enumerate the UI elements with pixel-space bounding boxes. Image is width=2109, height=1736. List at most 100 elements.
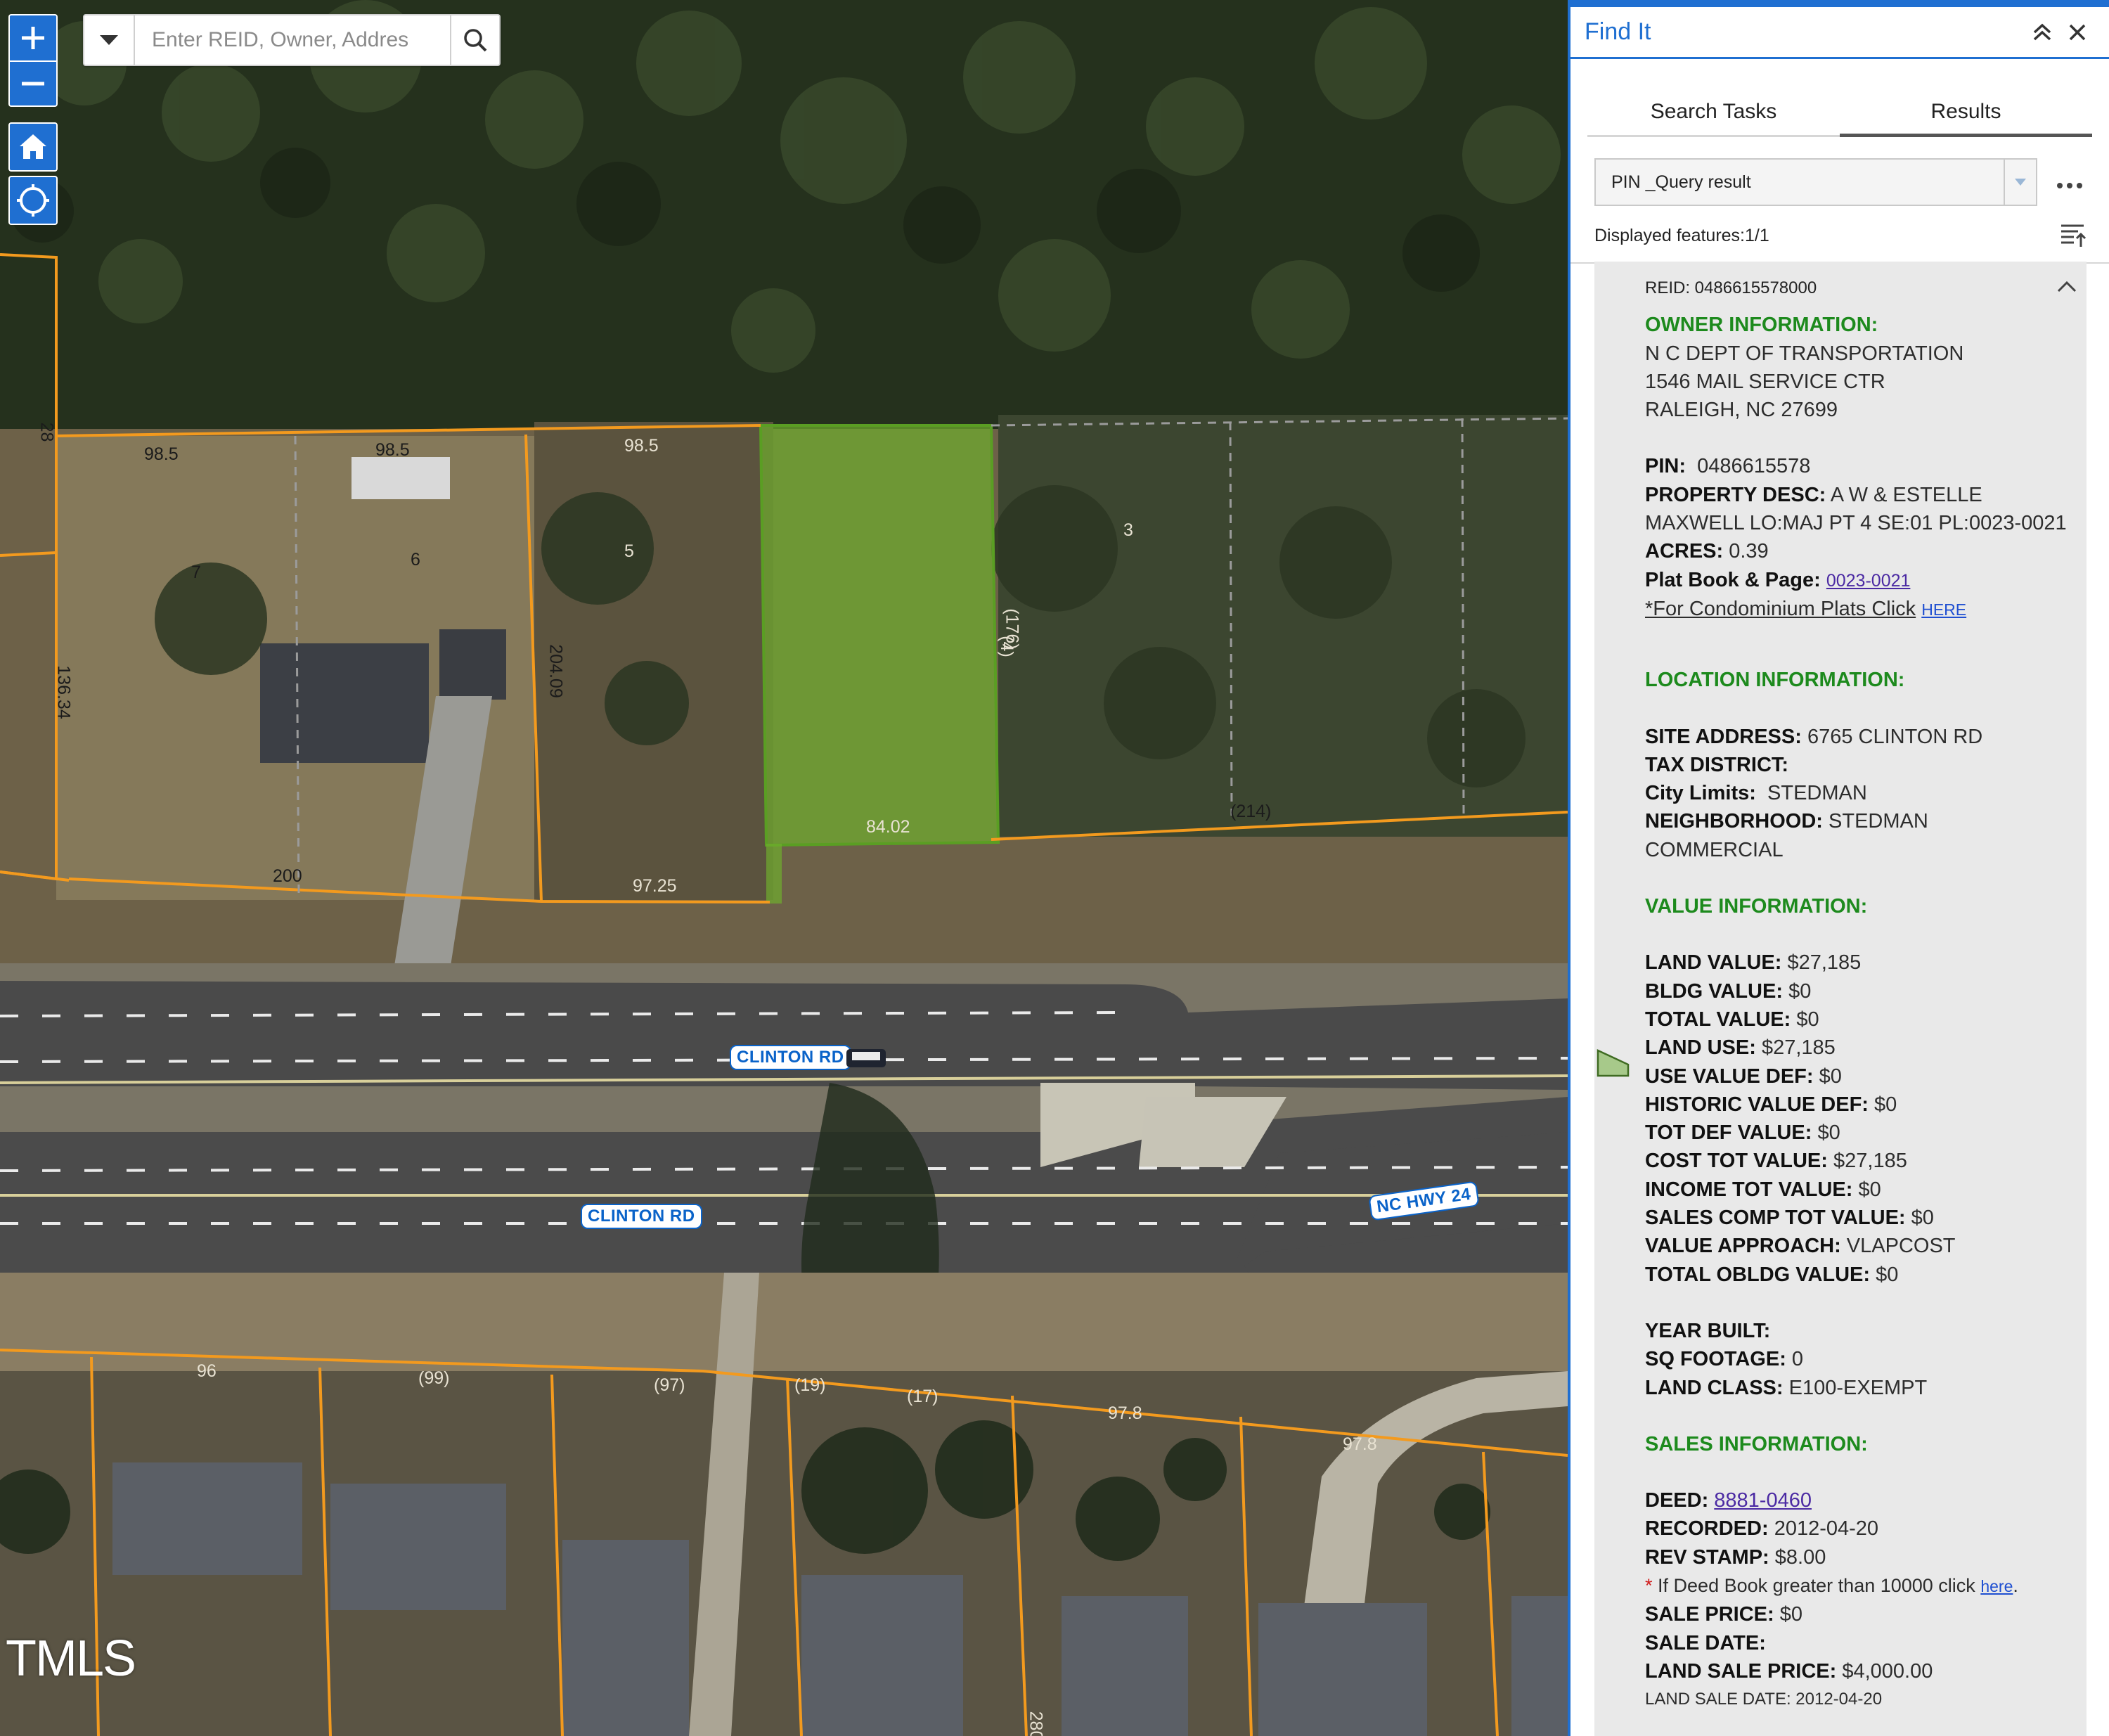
more-options-button[interactable] — [2056, 169, 2084, 195]
deed-link[interactable]: 8881-0460 — [1714, 1489, 1812, 1512]
panel-header: Find It — [1571, 7, 2109, 59]
search-icon — [464, 29, 487, 52]
feature-details: REID: 0486615578000 OWNER INFORMATION: N… — [1645, 274, 2081, 1714]
recorded-row: RECORDED: 2012-04-20 — [1645, 1515, 2081, 1543]
find-it-panel: Find It Search Tasks Results PIN _Query … — [1568, 0, 2109, 1736]
lot-label: (99) — [418, 1368, 450, 1388]
selected-parcel — [759, 424, 1000, 847]
result-select-arrow — [2004, 160, 2036, 205]
sq-footage-value: 0 — [1791, 1348, 1804, 1371]
tax-district-row: TAX DISTRICT: — [1645, 751, 2081, 779]
value-amount: $0 — [1819, 1065, 1842, 1088]
acres-row: ACRES: 0.39 — [1645, 537, 2081, 565]
value-amount: $0 — [1911, 1207, 1934, 1230]
owner-address-2: RALEIGH, NC 27699 — [1645, 399, 1838, 422]
value-amount: $0 — [1817, 1121, 1840, 1145]
owner-name: N C DEPT OF TRANSPORTATION — [1645, 342, 1964, 365]
lot-label: 97.8 — [1343, 1434, 1377, 1454]
locate-icon — [17, 184, 49, 217]
lot-label: 136.34 — [53, 665, 74, 719]
value-amount: $0 — [1796, 1008, 1819, 1031]
lot-label: 28 — [37, 422, 57, 442]
plat-link[interactable]: 0023-0021 — [1826, 571, 1911, 591]
watermark: TMLS — [6, 1631, 136, 1687]
value-amount: $0 — [1876, 1263, 1899, 1286]
result-select-row: PIN _Query result — [1594, 158, 2092, 206]
sale-price-value: $0 — [1779, 1603, 1803, 1626]
property-desc-cont: MAXWELL LO:MAJ PT 4 SE:01 PL:0023-0021 — [1645, 512, 2067, 535]
value-amount: $27,185 — [1761, 1036, 1836, 1060]
locate-button[interactable] — [8, 176, 58, 225]
sq-footage-row: SQ FOOTAGE: 0 — [1645, 1345, 2081, 1373]
sales-heading: SALES INFORMATION: — [1645, 1432, 1868, 1455]
map-view[interactable]: 98.5 98.5 98.5 7 6 5 3 136.34 204.09 (17… — [0, 0, 1568, 1736]
land-sale-date: LAND SALE DATE: 2012-04-20 — [1645, 1690, 1883, 1709]
owner-heading: OWNER INFORMATION: — [1645, 314, 1878, 337]
lot-label: 6 — [411, 550, 420, 570]
plus-icon — [22, 27, 44, 49]
value-row: INCOME TOT VALUE: $0 — [1645, 1176, 2081, 1204]
reid-text: REID: 0486615578000 — [1645, 278, 1817, 297]
year-built-label: YEAR BUILT: — [1645, 1319, 1771, 1342]
value-label: TOTAL OBLDG VALUE: — [1645, 1263, 1871, 1286]
deed-note-row: * If Deed Book greater than 10000 click … — [1645, 1571, 2081, 1600]
close-panel-button[interactable] — [2060, 15, 2095, 50]
close-icon — [2069, 24, 2086, 40]
land-class-label: LAND CLASS: — [1645, 1376, 1784, 1399]
value-row: TOTAL VALUE: $0 — [1645, 1005, 2081, 1034]
collapse-panel-button[interactable] — [2025, 15, 2060, 50]
pin-label: PIN: — [1645, 455, 1686, 478]
tab-results[interactable]: Results — [1840, 91, 2092, 137]
result-layer-select[interactable]: PIN _Query result — [1594, 158, 2037, 206]
lot-label: 204.09 — [546, 644, 566, 698]
lot-label: 97.25 — [633, 876, 677, 896]
zoom-controls — [8, 14, 58, 107]
condo-text[interactable]: *For Condominium Plats Click — [1645, 598, 1916, 620]
neighborhood-row: NEIGHBORHOOD: STEDMAN — [1645, 807, 2081, 835]
search-source-dropdown[interactable] — [84, 15, 135, 65]
lot-label: 98.5 — [375, 440, 410, 460]
value-label: LAND USE: — [1645, 1036, 1756, 1060]
value-row: BLDG VALUE: $0 — [1645, 977, 2081, 1005]
lot-label: 96 — [197, 1361, 217, 1381]
sort-icon[interactable] — [2060, 221, 2088, 250]
home-button[interactable] — [8, 122, 58, 172]
value-label: TOTAL VALUE: — [1645, 1008, 1791, 1031]
recorded-value: 2012-04-20 — [1774, 1517, 1879, 1541]
lot-label: 280 — [1026, 1711, 1046, 1736]
more-icon — [2057, 182, 2082, 188]
land-sale-price-label: LAND SALE PRICE: — [1645, 1659, 1837, 1683]
deed-note-link[interactable]: here — [1980, 1577, 2013, 1595]
neighborhood-cont: COMMERCIAL — [1645, 838, 1784, 861]
neighborhood-value: STEDMAN — [1829, 810, 1928, 833]
value-row: SALES COMP TOT VALUE: $0 — [1645, 1204, 2081, 1232]
acres-label: ACRES: — [1645, 540, 1724, 563]
lot-label: 98.5 — [624, 436, 659, 456]
lot-label: 3 — [1123, 520, 1133, 540]
condo-here-link[interactable]: HERE — [1921, 600, 1966, 619]
value-row: VALUE APPROACH: VLAPCOST — [1645, 1232, 2081, 1260]
value-label: VALUE APPROACH: — [1645, 1235, 1841, 1258]
value-row: LAND USE: $27,185 — [1645, 1034, 2081, 1062]
panel-tabs: Search Tasks Results — [1587, 91, 2092, 137]
property-desc-row: PROPERTY DESC: A W & ESTELLE — [1645, 481, 2081, 509]
zoom-out-button[interactable] — [10, 60, 56, 105]
rev-stamp-row: REV STAMP: $8.00 — [1645, 1543, 2081, 1571]
zoom-in-button[interactable] — [10, 15, 56, 60]
lot-label: 98.5 — [144, 444, 179, 464]
lot-label: (97) — [654, 1375, 685, 1395]
site-address-row: SITE ADDRESS: 6765 CLINTON RD — [1645, 723, 2081, 751]
value-amount: $27,185 — [1833, 1150, 1907, 1173]
tax-district-label: TAX DISTRICT: — [1645, 753, 1789, 776]
road-label: CLINTON RD — [581, 1204, 702, 1229]
tab-search-tasks[interactable]: Search Tasks — [1587, 91, 1840, 135]
plat-label: Plat Book & Page: — [1645, 568, 1821, 591]
search-button[interactable] — [450, 15, 499, 65]
search-input[interactable] — [135, 15, 450, 65]
